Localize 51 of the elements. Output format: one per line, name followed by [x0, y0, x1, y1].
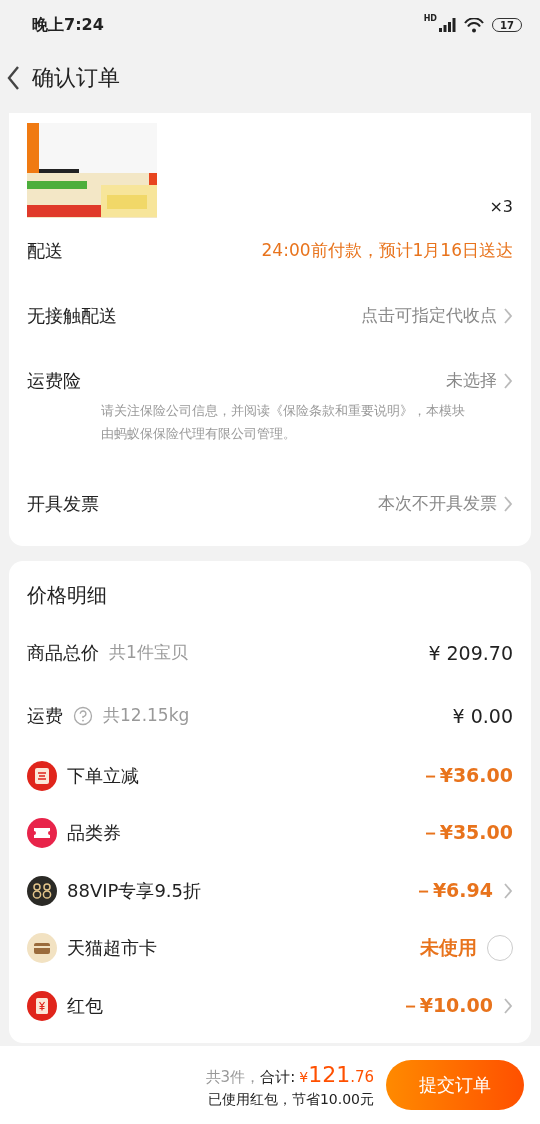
- price-label: 商品总价: [27, 640, 99, 665]
- item-count: 共3件，: [205, 1067, 261, 1087]
- price-label: 88VIP专享9.5折: [67, 878, 201, 903]
- option-label: 运费险: [27, 368, 82, 393]
- total-label: 合计:: [260, 1067, 296, 1087]
- price-amount: －¥36.00: [420, 762, 513, 788]
- submit-button[interactable]: 提交订单: [386, 1060, 524, 1110]
- insurance-note: 请关注保险公司信息，并阅读《保险条款和重要说明》，本模块由蚂蚁保保险代理有限公司管理。: [100, 402, 466, 443]
- price-amount: ¥ 209.70: [428, 641, 513, 664]
- help-icon: [73, 705, 93, 726]
- price-amount: －¥35.00: [420, 820, 513, 846]
- price-amount: －¥10.00: [400, 992, 493, 1018]
- price-label: 天猫超市卡: [67, 936, 157, 961]
- option-value[interactable]: 未选择: [446, 369, 497, 392]
- price-amount: ¥ 0.00: [452, 704, 513, 727]
- option-value: 24:00前付款，预计1月16日送达: [261, 239, 513, 262]
- price-note: 共1件宝贝: [109, 641, 189, 664]
- option-label: 配送: [27, 238, 64, 263]
- option-label: 开具发票: [27, 491, 100, 516]
- chevron-icon: [503, 996, 513, 1015]
- signal-icon: [439, 18, 456, 32]
- price-label: 运费: [27, 703, 63, 728]
- price-note: 共12.15kg: [103, 704, 191, 727]
- back-icon: [6, 64, 22, 91]
- back-button[interactable]: [6, 64, 22, 91]
- option-label: 无接触配送: [27, 303, 118, 328]
- quantity-label: ×3: [489, 197, 513, 216]
- status-label: 未使用: [420, 935, 477, 961]
- radio-button[interactable]: [487, 935, 513, 962]
- chevron-icon: [503, 881, 513, 900]
- price-label: 品类券: [67, 821, 121, 846]
- chevron-icon: [503, 306, 513, 325]
- ticket-icon: [27, 818, 57, 849]
- page-title: 确认订单: [32, 63, 120, 92]
- price-label: 红包: [67, 993, 103, 1018]
- price-amount: －¥6.94: [413, 877, 493, 903]
- chevron-icon: [503, 371, 513, 390]
- discount-icon: [27, 760, 57, 791]
- network-label: HD: [423, 13, 437, 23]
- total-price: ¥121.76: [299, 1061, 374, 1087]
- chevron-icon: [503, 494, 513, 513]
- option-value[interactable]: 本次不开具发票: [378, 492, 497, 515]
- vip-icon: [27, 875, 57, 906]
- savings-note: 已使用红包，节省10.00元: [207, 1090, 374, 1109]
- section-title: 价格明细: [27, 581, 108, 609]
- clock: 晚上7:24: [32, 14, 105, 36]
- price-label: 下单立减: [67, 763, 139, 788]
- envelope-icon: [27, 990, 57, 1021]
- card-icon: [27, 933, 57, 964]
- wifi-icon: [464, 17, 484, 33]
- option-value[interactable]: 点击可指定代收点: [361, 304, 497, 327]
